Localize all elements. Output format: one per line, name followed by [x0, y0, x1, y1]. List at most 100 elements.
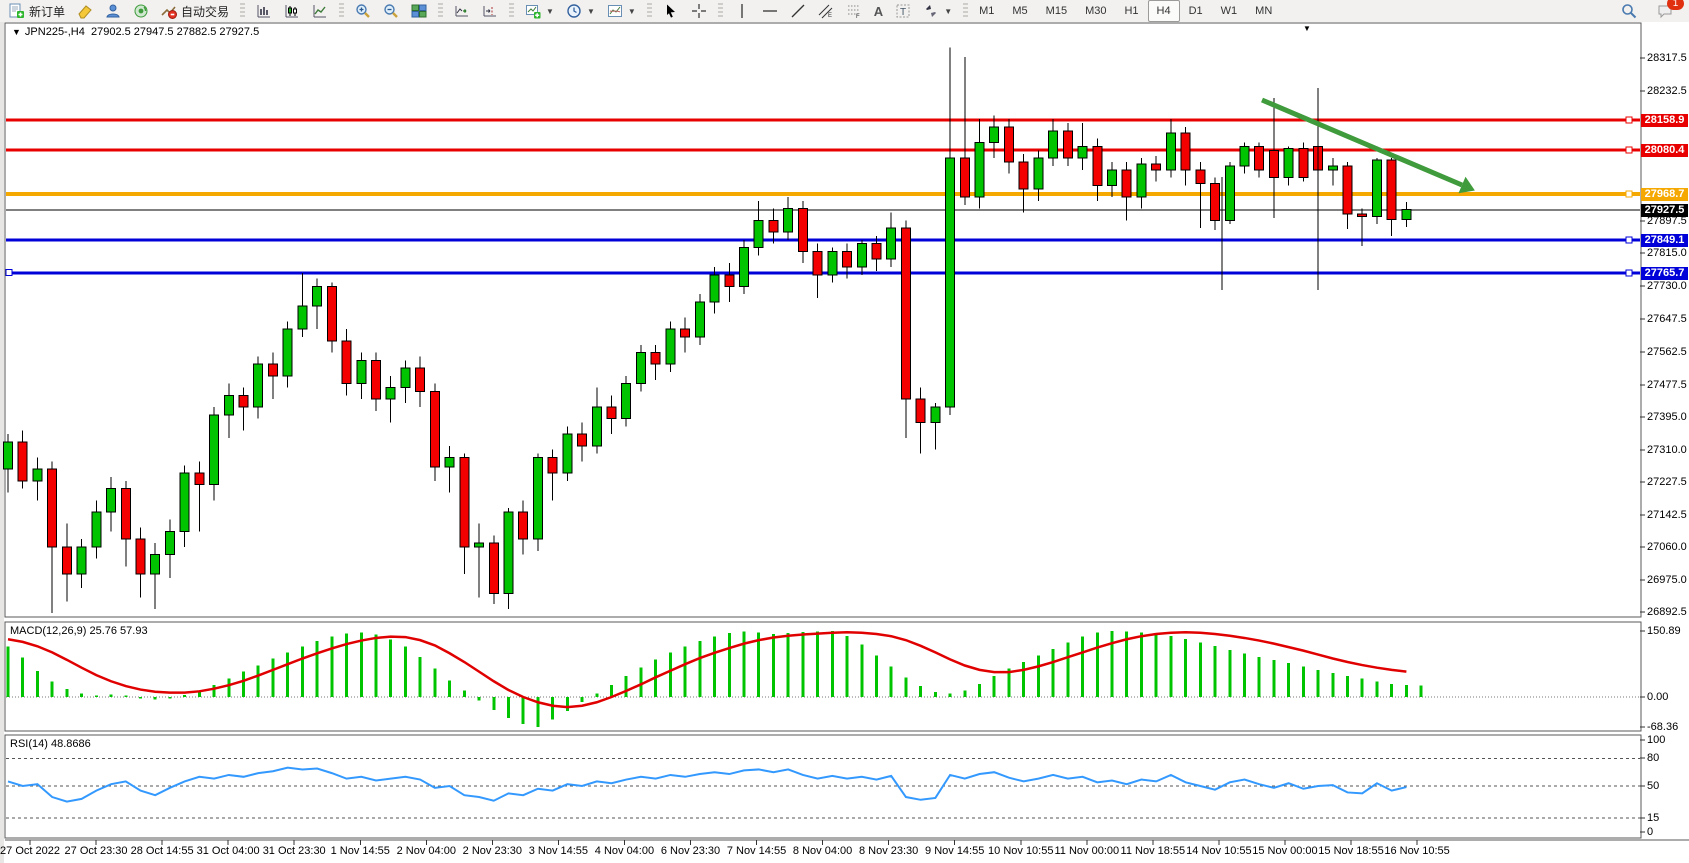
new-order-label: 新订单	[29, 3, 65, 20]
price-tick: 26975.0	[1647, 574, 1687, 586]
vertical-line-tool[interactable]	[728, 0, 756, 22]
new-order-button[interactable]: 新订单	[3, 0, 71, 22]
candle-down	[519, 512, 528, 539]
candle-down	[681, 329, 690, 337]
notifications-button[interactable]: 1	[1651, 0, 1679, 22]
candle-down	[1063, 131, 1072, 158]
cursor-tool-button[interactable]	[657, 0, 685, 22]
chart-symbol-period: JPN225-,H4	[25, 26, 85, 38]
search-button[interactable]	[1615, 0, 1643, 22]
candle-up	[695, 302, 704, 337]
candle-up	[1034, 158, 1043, 189]
macd-tick: -68.36	[1647, 721, 1678, 733]
timeframe-button-d1[interactable]: D1	[1180, 0, 1212, 22]
arrows-tool[interactable]: ▼	[917, 0, 958, 22]
toolbar-grip	[509, 3, 514, 19]
candlestick-chart-icon	[284, 3, 300, 19]
candle-up	[313, 286, 322, 305]
timeframe-button-w1[interactable]: W1	[1212, 0, 1247, 22]
timeframe-button-m1[interactable]: M1	[970, 0, 1003, 22]
chart-title: ▼JPN225-,H4 27902.5 27947.5 27882.5 2792…	[12, 26, 259, 38]
line-chart-button[interactable]	[306, 0, 334, 22]
candle-up	[445, 458, 454, 468]
timeframe-button-m30[interactable]: M30	[1076, 0, 1115, 22]
eraser-button[interactable]	[71, 0, 99, 22]
tile-windows-button[interactable]	[405, 0, 433, 22]
hline-handle[interactable]	[1626, 147, 1632, 153]
text-tool[interactable]: A	[868, 0, 889, 22]
symbol-dropdown-icon[interactable]: ▼	[12, 27, 21, 37]
text-label-tool[interactable]: T	[889, 0, 917, 22]
chart-shift-button[interactable]	[476, 0, 504, 22]
hline-handle[interactable]	[1626, 237, 1632, 243]
candle-up	[210, 415, 219, 485]
zoom-in-button[interactable]	[349, 0, 377, 22]
timeframe-button-h4[interactable]: H4	[1148, 0, 1180, 22]
price-badge: 27968.7	[1641, 188, 1688, 201]
candle-down	[268, 364, 277, 376]
candle-down	[239, 395, 248, 407]
candle-down	[327, 286, 336, 340]
price-tick: 28317.5	[1647, 52, 1687, 64]
candle-up	[946, 158, 955, 407]
auto-scroll-button[interactable]	[448, 0, 476, 22]
main-toolbar: 新订单 自动交易	[0, 0, 1689, 23]
candle-up	[740, 248, 749, 287]
candle-up	[357, 360, 366, 383]
candlestick-chart-button[interactable]	[278, 0, 306, 22]
time-axis-label: 27 Oct 23:30	[65, 845, 128, 857]
candle-up	[622, 384, 631, 419]
candle-down	[813, 251, 822, 274]
autotrade-button[interactable]: 自动交易	[155, 0, 235, 22]
chart-canvas[interactable]	[0, 22, 1689, 863]
zoom-out-button[interactable]	[377, 0, 405, 22]
community-icon	[105, 3, 121, 19]
notification-badge: 1	[1667, 0, 1684, 10]
hline-handle[interactable]	[1626, 270, 1632, 276]
vertical-line-icon	[734, 3, 750, 19]
toolbar-grip	[438, 3, 443, 19]
hline-handle[interactable]	[1626, 117, 1632, 123]
candle-down	[1019, 162, 1028, 189]
new-order-icon	[9, 3, 25, 19]
candle-up	[1284, 148, 1293, 177]
hline-handle[interactable]	[1626, 191, 1632, 197]
horizontal-line-tool[interactable]	[756, 0, 784, 22]
time-axis-label: 8 Nov 23:30	[859, 845, 918, 857]
trendline-tool[interactable]	[784, 0, 812, 22]
candle-up	[828, 251, 837, 274]
fibonacci-tool[interactable]: F	[840, 0, 868, 22]
new-chart-button[interactable]: ▼	[519, 0, 560, 22]
candle-up	[563, 434, 572, 473]
cursor-icon	[663, 3, 679, 19]
timeframe-button-m15[interactable]: M15	[1037, 0, 1076, 22]
chevron-down-icon: ▼	[628, 7, 636, 16]
bar-chart-button[interactable]	[250, 0, 278, 22]
candle-up	[1108, 170, 1117, 186]
time-axis-label: 3 Nov 14:55	[529, 845, 588, 857]
timeframe-button-m5[interactable]: M5	[1003, 0, 1036, 22]
rsi-indicator-label: RSI(14) 48.8686	[10, 738, 91, 750]
arrows-icon	[923, 3, 939, 19]
signals-button[interactable]	[127, 0, 155, 22]
community-button[interactable]	[99, 0, 127, 22]
candle-up	[165, 531, 174, 554]
macd-tick: 150.89	[1647, 625, 1681, 637]
timeframe-button-mn[interactable]: MN	[1246, 0, 1281, 22]
candle-up	[1402, 210, 1411, 220]
candle-up	[1328, 166, 1337, 170]
equidistant-channel-tool[interactable]: E	[812, 0, 840, 22]
svg-text:T: T	[900, 7, 906, 18]
candle-up	[254, 364, 263, 407]
time-axis-label: 11 Nov 18:55	[1121, 845, 1186, 857]
hline-handle[interactable]	[6, 270, 12, 276]
autotrade-label: 自动交易	[181, 3, 229, 20]
period-clock-button[interactable]: ▼	[560, 0, 601, 22]
timeframe-button-h1[interactable]: H1	[1115, 0, 1147, 22]
crosshair-icon	[691, 3, 707, 19]
template-button[interactable]: ▼	[601, 0, 642, 22]
time-axis-label: 31 Oct 23:30	[263, 845, 326, 857]
candle-up	[636, 353, 645, 384]
candle-down	[121, 489, 130, 540]
crosshair-tool-button[interactable]	[685, 0, 713, 22]
